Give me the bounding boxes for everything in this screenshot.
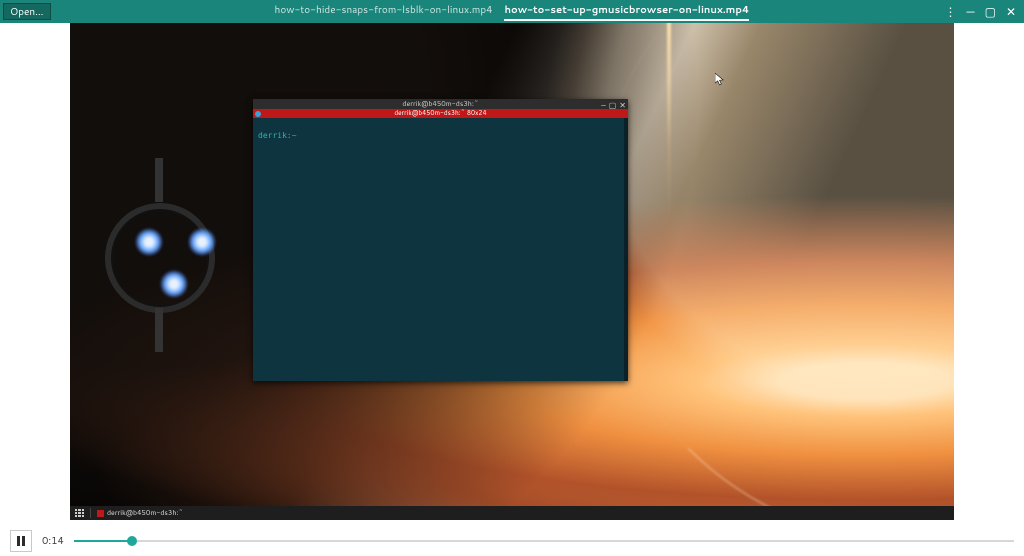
tab-file-1[interactable]: how-to-hide-snaps-from-lsblk-on-linux.mp… xyxy=(275,3,493,21)
open-button[interactable]: Open… xyxy=(3,3,51,20)
terminal-prompt: derrik:~ xyxy=(258,131,297,140)
window-controls: ⋮ — ▢ ✕ xyxy=(944,6,1024,18)
taskbar-item-badge-icon xyxy=(97,510,104,517)
terminal-scrollbar xyxy=(624,118,628,381)
seek-bar[interactable] xyxy=(74,534,1014,548)
tab-file-2[interactable]: how-to-set-up-gmusicbrowser-on-linux.mp4 xyxy=(504,3,749,21)
app-grid-icon xyxy=(75,509,84,518)
taskbar-item-terminal: derrik@b450m-ds3h:~ xyxy=(97,508,183,518)
seek-track xyxy=(74,540,1014,542)
app-titlebar: Open… how-to-hide-snaps-from-lsblk-on-li… xyxy=(0,0,1024,23)
video-stage: derrik@b450m-ds3h:~ – ▢ ✕ derrik@b450m-d… xyxy=(0,23,1024,526)
pause-icon xyxy=(17,536,25,546)
taskbar-divider xyxy=(90,508,91,518)
seek-thumb[interactable] xyxy=(127,536,137,546)
taskbar-item-label: derrik@b450m-ds3h:~ xyxy=(107,508,183,518)
seek-fill xyxy=(74,540,132,542)
time-elapsed: 0:14 xyxy=(42,534,64,548)
close-icon[interactable]: ✕ xyxy=(1006,6,1016,18)
wallpaper-spaceship xyxy=(100,158,220,358)
terminal-titlebar: derrik@b450m-ds3h:~ – ▢ ✕ xyxy=(253,99,628,109)
wallpaper-vertical-flare xyxy=(667,23,671,223)
pause-button[interactable] xyxy=(10,530,32,552)
terminal-tab-strip: derrik@b450m-ds3h:~ 80x24 xyxy=(253,109,628,118)
terminal-tab-label: derrik@b450m-ds3h:~ 80x24 xyxy=(394,109,486,118)
terminal-tab-indicator-icon xyxy=(255,111,261,117)
file-tabs: how-to-hide-snaps-from-lsblk-on-linux.mp… xyxy=(0,3,1024,21)
player-controls: 0:14 xyxy=(0,526,1024,556)
video-frame[interactable]: derrik@b450m-ds3h:~ – ▢ ✕ derrik@b450m-d… xyxy=(70,23,954,520)
terminal-title-text: derrik@b450m-ds3h:~ xyxy=(402,99,478,109)
minimize-icon[interactable]: — xyxy=(966,6,974,18)
kebab-menu-icon[interactable]: ⋮ xyxy=(944,6,956,18)
maximize-icon[interactable]: ▢ xyxy=(985,6,996,18)
terminal-window: derrik@b450m-ds3h:~ – ▢ ✕ derrik@b450m-d… xyxy=(253,99,628,381)
desktop-taskbar: derrik@b450m-ds3h:~ xyxy=(70,506,954,520)
cursor-icon xyxy=(715,69,724,82)
terminal-body: derrik:~ xyxy=(253,118,624,381)
